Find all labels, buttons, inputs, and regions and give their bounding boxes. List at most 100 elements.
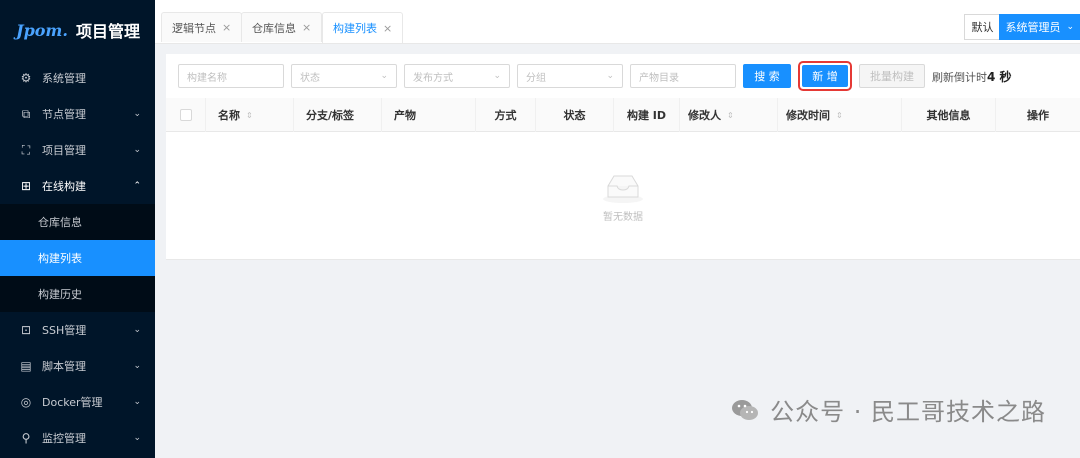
- refresh-count: 4 秒: [987, 69, 1012, 84]
- project-tree-icon: ⛶: [21, 142, 31, 157]
- sidebar-subitem-build-history[interactable]: 构建历史: [0, 276, 155, 312]
- sidebar-item-docker[interactable]: ◎ Docker管理 ⌄: [0, 384, 155, 420]
- chevron-up-icon: ⌃: [133, 181, 141, 191]
- empty-text: 暂无数据: [603, 212, 643, 223]
- column-label: 操作: [1027, 109, 1049, 122]
- node-icon: ⧉: [21, 106, 31, 121]
- search-button[interactable]: 搜 索: [743, 64, 791, 88]
- user-name: 系统管理员: [1005, 21, 1061, 34]
- chevron-down-icon: ⌄: [133, 361, 141, 371]
- sidebar-item-monitor[interactable]: ⚲ 监控管理 ⌄: [0, 420, 155, 456]
- sidebar-subitem-build-list[interactable]: 构建列表: [0, 240, 155, 276]
- artifact-dir-input[interactable]: 产物目录: [630, 64, 736, 88]
- batch-build-button[interactable]: 批量构建: [859, 64, 925, 88]
- chevron-down-icon: ⌄: [493, 71, 501, 81]
- column-label: 其他信息: [926, 109, 971, 122]
- sort-icon[interactable]: ⇕: [727, 111, 734, 120]
- sidebar-item-label: SSH管理: [42, 324, 87, 337]
- chevron-down-icon: ⌄: [606, 71, 614, 81]
- column-label: 产物: [394, 109, 416, 122]
- sidebar-item-label: 在线构建: [42, 180, 86, 193]
- sidebar-item-nodes[interactable]: ⧉ 节点管理 ⌄: [0, 96, 155, 132]
- sidebar: Jpom. 项目管理 ⚙ 系统管理 ⧉ 节点管理 ⌄ ⛶ 项目管理 ⌄ ⊞ 在线…: [0, 0, 155, 458]
- table-header: 名称 ⇕ 分支/标签 产物 方式 状态 构建 ID 修改人 ⇕ 修改时间 ⇕ 其…: [166, 98, 1080, 132]
- gear-icon: ⚙: [20, 71, 32, 85]
- tab-build-list[interactable]: 构建列表 ×: [322, 12, 404, 43]
- sidebar-item-online-build[interactable]: ⊞ 在线构建 ⌃: [0, 168, 155, 204]
- build-icon: ⊞: [20, 179, 32, 193]
- column-header-modified-time[interactable]: 修改时间 ⇕: [778, 98, 902, 132]
- add-button-highlight: 新 增: [798, 61, 852, 91]
- sidebar-item-label: 监控管理: [42, 432, 86, 445]
- app-logo[interactable]: Jpom. 项目管理: [0, 0, 155, 60]
- app-title: 项目管理: [75, 22, 140, 41]
- chevron-down-icon: ⌄: [1066, 22, 1074, 32]
- status-select[interactable]: 状态 ⌄: [291, 64, 397, 88]
- column-label: 分支/标签: [306, 109, 355, 122]
- sidebar-item-projects[interactable]: ⛶ 项目管理 ⌄: [0, 132, 155, 168]
- sidebar-item-system[interactable]: ⚙ 系统管理: [0, 60, 155, 96]
- column-label: 修改时间: [786, 109, 830, 122]
- refresh-countdown: 刷新倒计时4 秒: [932, 68, 1012, 85]
- column-header-other-info: 其他信息: [902, 98, 996, 132]
- sidebar-item-label: 项目管理: [42, 144, 86, 157]
- chevron-down-icon: ⌄: [380, 71, 388, 81]
- sort-icon[interactable]: ⇕: [246, 111, 253, 120]
- workspace-label[interactable]: 默认: [964, 14, 1000, 40]
- sidebar-subitem-repo-info[interactable]: 仓库信息: [0, 204, 155, 240]
- column-header-build-id: 构建 ID: [614, 98, 680, 132]
- tab-label: 构建列表: [333, 22, 377, 35]
- close-icon[interactable]: ×: [383, 22, 392, 35]
- select-all-cell: [166, 98, 206, 132]
- sidebar-subitem-label: 构建历史: [38, 288, 82, 301]
- sort-icon[interactable]: ⇕: [836, 111, 843, 120]
- placeholder: 发布方式: [413, 72, 453, 84]
- tab-label: 逻辑节点: [172, 21, 216, 35]
- column-header-name[interactable]: 名称 ⇕: [206, 98, 294, 132]
- docker-icon: ◎: [20, 395, 32, 409]
- select-all-checkbox[interactable]: [179, 109, 192, 121]
- monitor-search-icon: ⚲: [21, 431, 31, 445]
- add-build-button[interactable]: 新 增: [802, 65, 848, 87]
- placeholder: 产物目录: [639, 72, 679, 84]
- column-label: 修改人: [688, 109, 721, 122]
- top-tab-bar: 逻辑节点 × 仓库信息 × 构建列表 × 默认 系统管理员 ⌄: [155, 0, 1080, 44]
- chevron-down-icon: ⌄: [133, 397, 141, 407]
- empty-state: 暂无数据: [166, 132, 1080, 260]
- column-label: 构建 ID: [626, 109, 667, 122]
- script-file-icon: ▤: [20, 359, 32, 373]
- group-select[interactable]: 分组 ⌄: [517, 64, 623, 88]
- empty-inbox-icon: [603, 175, 643, 203]
- chevron-down-icon: ⌄: [133, 109, 141, 119]
- placeholder: 构建名称: [187, 72, 227, 84]
- build-list-panel: 构建名称 状态 ⌄ 发布方式 ⌄ 分组 ⌄ 产物目录 搜 索 新 增 批量构建 …: [166, 54, 1080, 260]
- placeholder: 状态: [300, 72, 320, 84]
- filter-bar: 构建名称 状态 ⌄ 发布方式 ⌄ 分组 ⌄ 产物目录 搜 索 新 增 批量构建 …: [178, 61, 1012, 91]
- watermark: 公众号 · 民工哥技术之路: [730, 392, 1046, 427]
- tab-logic-nodes[interactable]: 逻辑节点 ×: [161, 12, 243, 42]
- watermark-text: 公众号 · 民工哥技术之路: [770, 398, 1046, 426]
- build-name-input[interactable]: 构建名称: [178, 64, 284, 88]
- column-header-status: 状态: [536, 98, 614, 132]
- user-menu-button[interactable]: 系统管理员 ⌄: [999, 14, 1080, 40]
- tab-repo-info[interactable]: 仓库信息 ×: [241, 12, 323, 42]
- terminal-icon: ⊡: [20, 323, 32, 337]
- column-label: 方式: [494, 109, 517, 122]
- sidebar-item-label: 脚本管理: [42, 360, 86, 373]
- sidebar-item-scripts[interactable]: ▤ 脚本管理 ⌄: [0, 348, 155, 384]
- sidebar-item-label: 节点管理: [42, 108, 86, 121]
- sidebar-item-label: 系统管理: [42, 72, 86, 85]
- chevron-down-icon: ⌄: [133, 325, 141, 335]
- column-label: 状态: [563, 109, 586, 122]
- column-header-artifact: 产物: [382, 98, 476, 132]
- user-area: 默认 系统管理员 ⌄: [964, 14, 1080, 40]
- refresh-prefix: 刷新倒计时: [932, 70, 987, 84]
- close-icon[interactable]: ×: [222, 21, 231, 34]
- tab-label: 仓库信息: [252, 21, 296, 35]
- close-icon[interactable]: ×: [302, 21, 311, 34]
- sidebar-item-ssh[interactable]: ⊡ SSH管理 ⌄: [0, 312, 155, 348]
- release-method-select[interactable]: 发布方式 ⌄: [404, 64, 510, 88]
- logo-mark: Jpom.: [16, 20, 68, 40]
- wechat-icon: [732, 399, 759, 420]
- column-header-modifier[interactable]: 修改人 ⇕: [680, 98, 778, 132]
